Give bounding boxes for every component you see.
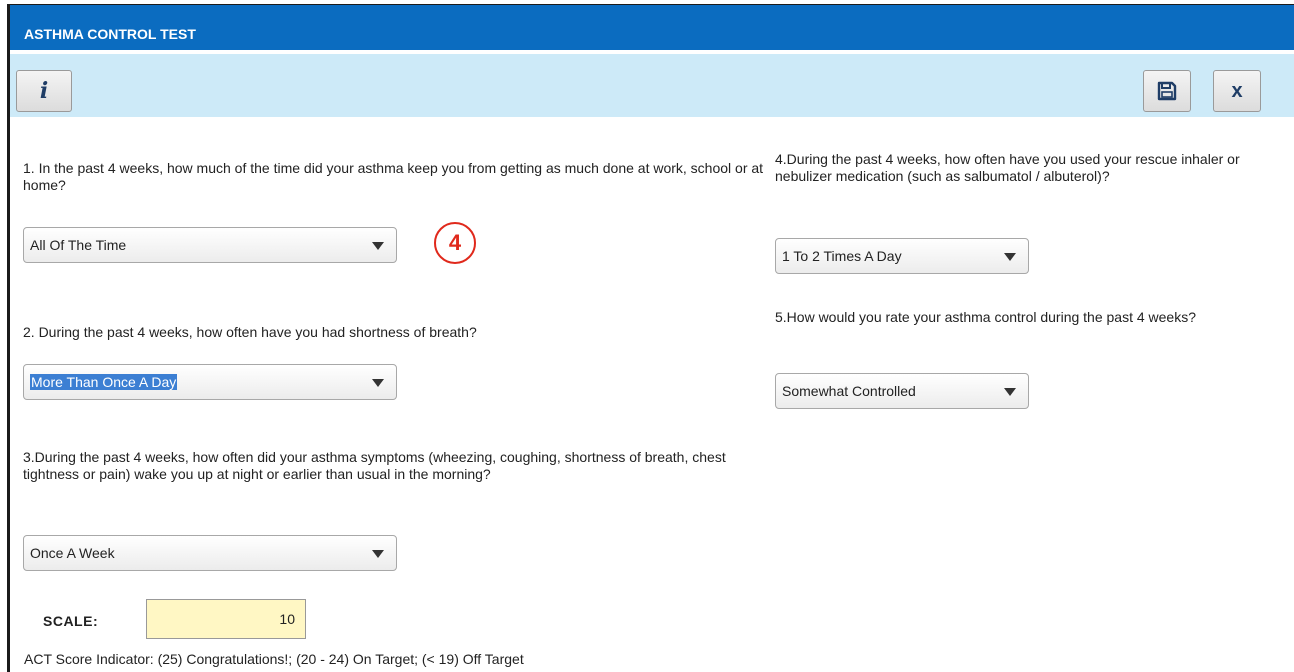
chevron-down-icon — [1004, 388, 1016, 396]
question-2-value: More Than Once A Day — [30, 374, 178, 390]
info-icon: i — [39, 78, 49, 104]
save-button[interactable] — [1143, 70, 1191, 112]
chevron-down-icon — [372, 379, 384, 387]
close-icon: x — [1231, 79, 1243, 102]
annotation-marker: 4 — [434, 222, 476, 264]
question-5-select[interactable]: Somewhat Controlled — [775, 373, 1029, 409]
window-title: ASTHMA CONTROL TEST — [24, 26, 196, 42]
question-4-value: 1 To 2 Times A Day — [782, 248, 902, 264]
chevron-down-icon — [1004, 253, 1016, 261]
info-button[interactable]: i — [16, 70, 72, 112]
question-1-text: 1. In the past 4 weeks, how much of the … — [23, 160, 764, 193]
asthma-control-test-window: ASTHMA CONTROL TEST i x 1. In the past 4… — [7, 4, 1294, 672]
scale-label: SCALE: — [43, 613, 99, 629]
chevron-down-icon — [372, 550, 384, 558]
question-3-select[interactable]: Once A Week — [23, 535, 397, 571]
toolbar: i x — [10, 54, 1294, 117]
question-2-select[interactable]: More Than Once A Day — [23, 364, 397, 400]
question-3-value: Once A Week — [30, 545, 115, 561]
question-1-select[interactable]: All Of The Time — [23, 227, 397, 263]
question-1-value: All Of The Time — [30, 237, 127, 253]
question-3-text: 3.During the past 4 weeks, how often did… — [23, 449, 726, 482]
title-bar: ASTHMA CONTROL TEST — [10, 5, 1294, 50]
scale-input[interactable] — [146, 599, 306, 639]
question-4-select[interactable]: 1 To 2 Times A Day — [775, 238, 1029, 274]
act-score-indicator: ACT Score Indicator: (25) Congratulation… — [24, 651, 524, 667]
chevron-down-icon — [372, 242, 384, 250]
question-4-text: 4.During the past 4 weeks, how often hav… — [775, 151, 1240, 184]
question-2-text: 2. During the past 4 weeks, how often ha… — [23, 324, 477, 340]
question-5-value: Somewhat Controlled — [782, 383, 916, 399]
close-button[interactable]: x — [1213, 70, 1261, 112]
save-icon — [1157, 81, 1177, 101]
question-5-text: 5.How would you rate your asthma control… — [775, 309, 1197, 325]
